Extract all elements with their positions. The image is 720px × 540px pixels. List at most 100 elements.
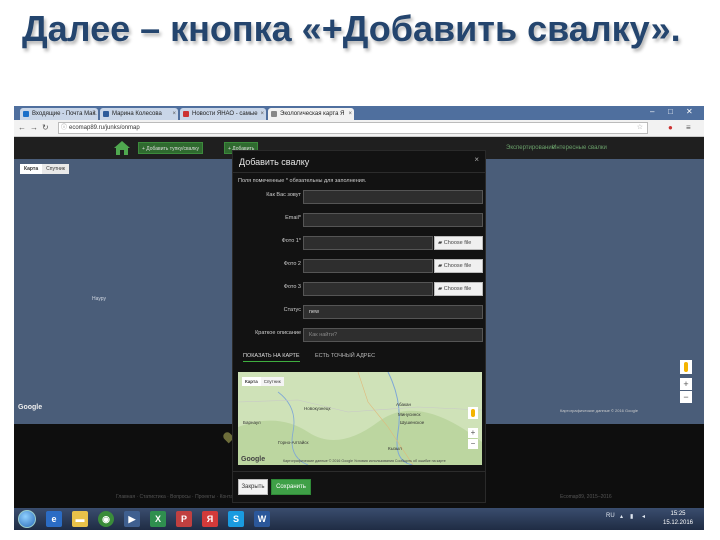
close-icon[interactable]: × <box>474 155 479 164</box>
photo1-choose-button[interactable]: ▰ Choose file <box>434 236 483 250</box>
divider <box>233 172 485 173</box>
forward-icon[interactable]: → <box>30 123 38 133</box>
save-button[interactable]: Сохранить <box>271 479 311 495</box>
city-label: Кызыл <box>388 446 402 451</box>
close-icon[interactable]: × <box>172 108 176 120</box>
footer-links: Главная · Статистика · Вопросы · Проекты… <box>116 494 242 500</box>
photo1-row: Фото 1* ▰ Choose file <box>233 236 487 250</box>
tab-exact-address[interactable]: ЕСТЬ ТОЧНЫЙ АДРЕС <box>315 351 375 361</box>
slide-title: Далее – кнопка «+Добавить свалку». <box>22 8 681 49</box>
modal-title: Добавить свалку <box>239 157 310 167</box>
map-label: Науру <box>92 296 107 302</box>
close-icon[interactable]: × <box>92 108 96 120</box>
chrome-icon[interactable]: ◉ <box>98 511 114 527</box>
minimap-type-satellite[interactable]: Спутник <box>261 377 284 386</box>
zoom-out-icon[interactable]: − <box>468 439 478 449</box>
volume-icon[interactable]: ◂ <box>642 513 645 520</box>
nav-link[interactable]: Экспертирование <box>506 142 555 154</box>
add-junk-modal: Добавить свалку × Поля помеченные * обяз… <box>232 150 486 503</box>
map-type-map[interactable]: Карта <box>20 164 43 174</box>
email-input[interactable] <box>303 213 483 227</box>
map-attribution: Картографические данные © 2016 Google <box>560 408 638 413</box>
word-icon[interactable]: W <box>254 511 270 527</box>
photo3-choose-button[interactable]: ▰ Choose file <box>434 282 483 296</box>
star-icon[interactable]: ☆ <box>637 123 643 133</box>
status-input[interactable]: new <box>303 305 483 319</box>
required-hint: Поля помеченные * обязательны для заполн… <box>238 178 367 184</box>
photo2-choose-button[interactable]: ▰ Choose file <box>434 259 483 273</box>
nav-link[interactable]: Интересные свалки <box>552 142 607 154</box>
extension-icon[interactable]: ● <box>668 123 673 133</box>
city-label: Шушенское <box>400 420 425 425</box>
language-indicator[interactable]: RU <box>606 513 615 519</box>
system-clock[interactable]: 15:25 15.12.2016 <box>658 510 698 528</box>
pdf-icon[interactable]: P <box>176 511 192 527</box>
excel-icon[interactable]: X <box>150 511 166 527</box>
photo1-input[interactable] <box>303 236 433 250</box>
city-label: Барнаул <box>243 420 261 425</box>
close-icon[interactable]: × <box>260 108 264 120</box>
photo2-input[interactable] <box>303 259 433 273</box>
maximize-icon[interactable]: □ <box>668 107 673 117</box>
home-icon[interactable] <box>114 141 130 155</box>
media-icon[interactable]: ▶ <box>124 511 140 527</box>
minimap-type-map[interactable]: Карта <box>242 377 261 386</box>
tab-label: Марина Колесова <box>112 111 162 117</box>
google-logo: Google <box>18 404 43 411</box>
menu-icon[interactable]: ≡ <box>686 123 691 133</box>
map-attribution: Картографические данные © 2016 Google Ус… <box>283 459 446 463</box>
city-label: Горно-Алтайск <box>278 440 309 445</box>
tab-show-on-map[interactable]: ПОКАЗАТЬ НА КАРТЕ <box>243 351 300 362</box>
folder-icon[interactable]: ▬ <box>72 511 88 527</box>
start-button[interactable] <box>18 510 36 528</box>
clock-date: 15.12.2016 <box>662 520 694 526</box>
map-type-toggle[interactable]: Карта Спутник <box>20 164 69 174</box>
reload-icon[interactable]: ↻ <box>42 123 49 133</box>
tray-arrow-icon[interactable]: ▴ <box>620 513 623 520</box>
close-button[interactable]: Закрыть <box>238 479 268 495</box>
location-map[interactable]: Карта Спутник Новокузнецк Абакан Минусинс… <box>238 372 482 465</box>
location-tabs: ПОКАЗАТЬ НА КАРТЕ ЕСТЬ ТОЧНЫЙ АДРЕС <box>233 351 487 365</box>
photo2-row: Фото 2 ▰ Choose file <box>233 259 487 273</box>
photo2-label: Фото 2 <box>283 261 301 267</box>
tab-label: Экологическая карта Я <box>280 111 345 117</box>
photo3-label: Фото 3 <box>283 284 301 290</box>
clock-time: 15:25 <box>670 511 686 517</box>
browser-tab[interactable]: Марина Колесова × <box>100 108 178 120</box>
address-bar: ← → ↻ ⓘ ecomap89.ru/junks/onmap ☆ ● ≡ <box>14 120 704 137</box>
pegman-icon[interactable] <box>680 360 692 374</box>
mail-icon <box>23 111 29 117</box>
zoom-in-icon[interactable]: + <box>680 378 692 390</box>
social-icon <box>103 111 109 117</box>
url-field[interactable]: ⓘ ecomap89.ru/junks/onmap ☆ <box>58 122 648 134</box>
browser-tab[interactable]: Входящие - Почта Mail. × <box>20 108 98 120</box>
name-input[interactable] <box>303 190 483 204</box>
city-label: Минусинск <box>398 412 421 417</box>
page-icon <box>271 111 277 117</box>
name-row: Как Вас зовут <box>233 190 487 204</box>
city-label: Новокузнецк <box>304 406 331 411</box>
window-close-icon[interactable]: ✕ <box>686 107 693 117</box>
description-input[interactable]: Как найти? <box>303 328 483 342</box>
network-icon[interactable]: ▮ <box>630 513 633 520</box>
minimize-icon[interactable]: – <box>650 107 654 117</box>
browser-tab-active[interactable]: Экологическая карта Я × <box>268 108 354 120</box>
back-icon[interactable]: ← <box>18 123 26 133</box>
photo3-input[interactable] <box>303 282 433 296</box>
skype-icon[interactable]: S <box>228 511 244 527</box>
minimap-type-toggle[interactable]: Карта Спутник <box>242 377 284 386</box>
zoom-out-icon[interactable]: − <box>680 391 692 403</box>
photo1-label: Фото 1* <box>281 238 301 244</box>
taskbar: e ▬ ◉ ▶ X P Я S W RU ▴ ▮ ◂ 15:25 15.12.2… <box>14 508 704 530</box>
zoom-in-icon[interactable]: + <box>468 428 478 438</box>
yandex-icon[interactable]: Я <box>202 511 218 527</box>
map-type-satellite[interactable]: Спутник <box>42 164 69 174</box>
email-row: Email* <box>233 213 487 227</box>
add-junk-header-button[interactable]: + Добавить тупку/свалку <box>138 142 204 154</box>
screenshot: Входящие - Почта Mail. × Марина Колесова… <box>14 106 704 530</box>
ie-icon[interactable]: e <box>46 511 62 527</box>
close-icon[interactable]: × <box>348 108 352 120</box>
footer-copyright: Ecomap89, 2015–2016 <box>560 494 612 500</box>
pegman-icon[interactable] <box>468 407 478 419</box>
browser-tab[interactable]: Новости ЯНАО - самые × <box>180 108 266 120</box>
